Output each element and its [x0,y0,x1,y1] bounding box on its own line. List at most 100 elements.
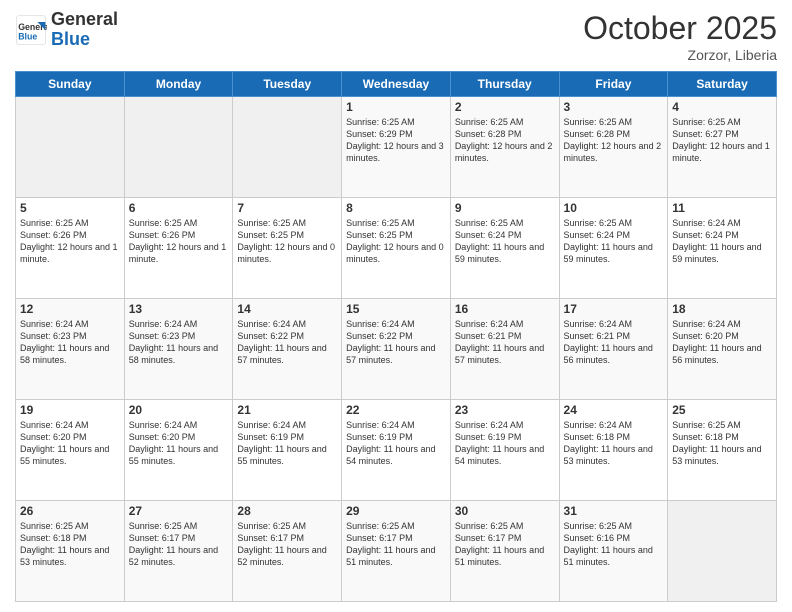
day-info: Sunrise: 6:25 AM Sunset: 6:29 PM Dayligh… [346,116,446,165]
day-number: 26 [20,504,120,518]
month-title: October 2025 [583,10,777,47]
day-number: 14 [237,302,337,316]
calendar-cell: 13Sunrise: 6:24 AM Sunset: 6:23 PM Dayli… [124,299,233,400]
day-header-friday: Friday [559,72,668,97]
day-number: 29 [346,504,446,518]
day-info: Sunrise: 6:24 AM Sunset: 6:22 PM Dayligh… [346,318,446,367]
calendar-cell: 14 Sunrise: 6:24 AM Sunset: 6:22 PM Dayli… [233,299,342,400]
calendar-cell: 26 Sunrise: 6:25 AM Sunset: 6:18 PM Dayli… [16,501,125,602]
logo-text: General Blue [51,10,118,50]
day-number: 3 [564,100,664,114]
calendar-cell: 3Sunrise: 6:25 AM Sunset: 6:28 PM Daylig… [559,97,668,198]
day-number: 31 [564,504,664,518]
day-number: 27 [129,504,229,518]
day-number: 5 [20,201,120,215]
day-number: 21 [237,403,337,417]
day-number: 23 [455,403,555,417]
calendar-cell [124,97,233,198]
calendar-cell: 11 Sunrise: 6:24 AM Sunset: 6:24 PM Dayli… [668,198,777,299]
day-info: Sunrise: 6:25 AM Sunset: 6:28 PM Dayligh… [455,116,555,165]
title-block: October 2025 Zorzor, Liberia [583,10,777,63]
day-info: Sunrise: 6:25 AM Sunset: 6:17 PM Dayligh… [237,520,337,569]
svg-text:Blue: Blue [18,31,37,41]
calendar-header-row: SundayMondayTuesdayWednesdayThursdayFrid… [16,72,777,97]
calendar-cell: 7 Sunrise: 6:25 AM Sunset: 6:25 PM Daylig… [233,198,342,299]
day-info: Sunrise: 6:25 AM Sunset: 6:26 PM Dayligh… [20,217,120,266]
day-number: 25 [672,403,772,417]
calendar-cell: 28 Sunrise: 6:25 AM Sunset: 6:17 PM Dayli… [233,501,342,602]
calendar-week-3: 12Sunrise: 6:24 AM Sunset: 6:23 PM Dayli… [16,299,777,400]
calendar-cell [233,97,342,198]
calendar-cell: 21 Sunrise: 6:24 AM Sunset: 6:19 PM Dayli… [233,400,342,501]
day-info: Sunrise: 6:25 AM Sunset: 6:18 PM Dayligh… [672,419,772,468]
day-number: 16 [455,302,555,316]
day-number: 2 [455,100,555,114]
logo: General Blue General Blue [15,10,118,50]
calendar-cell: 23 Sunrise: 6:24 AM Sunset: 6:19 PM Dayli… [450,400,559,501]
day-number: 15 [346,302,446,316]
day-info: Sunrise: 6:24 AM Sunset: 6:24 PM Dayligh… [672,217,772,266]
day-info: Sunrise: 6:24 AM Sunset: 6:19 PM Dayligh… [237,419,337,468]
day-info: Sunrise: 6:25 AM Sunset: 6:17 PM Dayligh… [346,520,446,569]
day-info: Sunrise: 6:25 AM Sunset: 6:25 PM Dayligh… [237,217,337,266]
calendar-week-1: 1 Sunrise: 6:25 AM Sunset: 6:29 PM Daylig… [16,97,777,198]
calendar-cell: 20 Sunrise: 6:24 AM Sunset: 6:20 PM Dayli… [124,400,233,501]
calendar-cell: 17Sunrise: 6:24 AM Sunset: 6:21 PM Dayli… [559,299,668,400]
calendar-cell: 15 Sunrise: 6:24 AM Sunset: 6:22 PM Dayli… [342,299,451,400]
page: General Blue General Blue October 2025 Z… [0,0,792,612]
day-info: Sunrise: 6:25 AM Sunset: 6:24 PM Dayligh… [564,217,664,266]
logo-blue-text: Blue [51,30,118,50]
day-number: 19 [20,403,120,417]
day-header-sunday: Sunday [16,72,125,97]
day-info: Sunrise: 6:24 AM Sunset: 6:19 PM Dayligh… [346,419,446,468]
day-number: 9 [455,201,555,215]
day-number: 22 [346,403,446,417]
calendar-cell: 8Sunrise: 6:25 AM Sunset: 6:25 PM Daylig… [342,198,451,299]
calendar-cell: 16 Sunrise: 6:24 AM Sunset: 6:21 PM Dayli… [450,299,559,400]
day-number: 20 [129,403,229,417]
calendar-cell: 19Sunrise: 6:24 AM Sunset: 6:20 PM Dayli… [16,400,125,501]
day-header-monday: Monday [124,72,233,97]
day-info: Sunrise: 6:25 AM Sunset: 6:27 PM Dayligh… [672,116,772,165]
calendar-cell: 25 Sunrise: 6:25 AM Sunset: 6:18 PM Dayli… [668,400,777,501]
day-info: Sunrise: 6:25 AM Sunset: 6:26 PM Dayligh… [129,217,229,266]
logo-icon: General Blue [15,14,47,46]
day-number: 7 [237,201,337,215]
day-header-thursday: Thursday [450,72,559,97]
day-info: Sunrise: 6:24 AM Sunset: 6:20 PM Dayligh… [129,419,229,468]
logo-general-text: General [51,10,118,30]
day-number: 10 [564,201,664,215]
calendar-week-5: 26 Sunrise: 6:25 AM Sunset: 6:18 PM Dayli… [16,501,777,602]
day-info: Sunrise: 6:24 AM Sunset: 6:22 PM Dayligh… [237,318,337,367]
day-header-wednesday: Wednesday [342,72,451,97]
day-info: Sunrise: 6:25 AM Sunset: 6:18 PM Dayligh… [20,520,120,569]
calendar-cell: 22 Sunrise: 6:24 AM Sunset: 6:19 PM Dayli… [342,400,451,501]
calendar-week-2: 5 Sunrise: 6:25 AM Sunset: 6:26 PM Daylig… [16,198,777,299]
day-number: 28 [237,504,337,518]
day-number: 1 [346,100,446,114]
day-info: Sunrise: 6:25 AM Sunset: 6:16 PM Dayligh… [564,520,664,569]
header: General Blue General Blue October 2025 Z… [15,10,777,63]
calendar-cell: 5 Sunrise: 6:25 AM Sunset: 6:26 PM Daylig… [16,198,125,299]
calendar-table: SundayMondayTuesdayWednesdayThursdayFrid… [15,71,777,602]
day-info: Sunrise: 6:25 AM Sunset: 6:24 PM Dayligh… [455,217,555,266]
calendar-cell: 10 Sunrise: 6:25 AM Sunset: 6:24 PM Dayli… [559,198,668,299]
day-number: 11 [672,201,772,215]
calendar-week-4: 19 Sunrise: 6:24 AM Sunset: 6:20 PM Dayli… [16,400,777,501]
day-number: 4 [672,100,772,114]
calendar-cell: 1 Sunrise: 6:25 AM Sunset: 6:29 PM Daylig… [342,97,451,198]
day-info: Sunrise: 6:25 AM Sunset: 6:17 PM Dayligh… [129,520,229,569]
calendar-cell: 31 Sunrise: 6:25 AM Sunset: 6:16 PM Dayli… [559,501,668,602]
calendar-cell: 12Sunrise: 6:24 AM Sunset: 6:23 PM Dayli… [16,299,125,400]
calendar-cell: 6 Sunrise: 6:25 AM Sunset: 6:26 PM Daylig… [124,198,233,299]
day-header-saturday: Saturday [668,72,777,97]
day-info: Sunrise: 6:24 AM Sunset: 6:21 PM Dayligh… [455,318,555,367]
calendar-cell: 2 Sunrise: 6:25 AM Sunset: 6:28 PM Daylig… [450,97,559,198]
day-number: 12 [20,302,120,316]
day-number: 18 [672,302,772,316]
calendar-cell [16,97,125,198]
day-number: 13 [129,302,229,316]
day-number: 6 [129,201,229,215]
day-info: Sunrise: 6:24 AM Sunset: 6:19 PM Dayligh… [455,419,555,468]
calendar-cell: 4 Sunrise: 6:25 AM Sunset: 6:27 PM Daylig… [668,97,777,198]
